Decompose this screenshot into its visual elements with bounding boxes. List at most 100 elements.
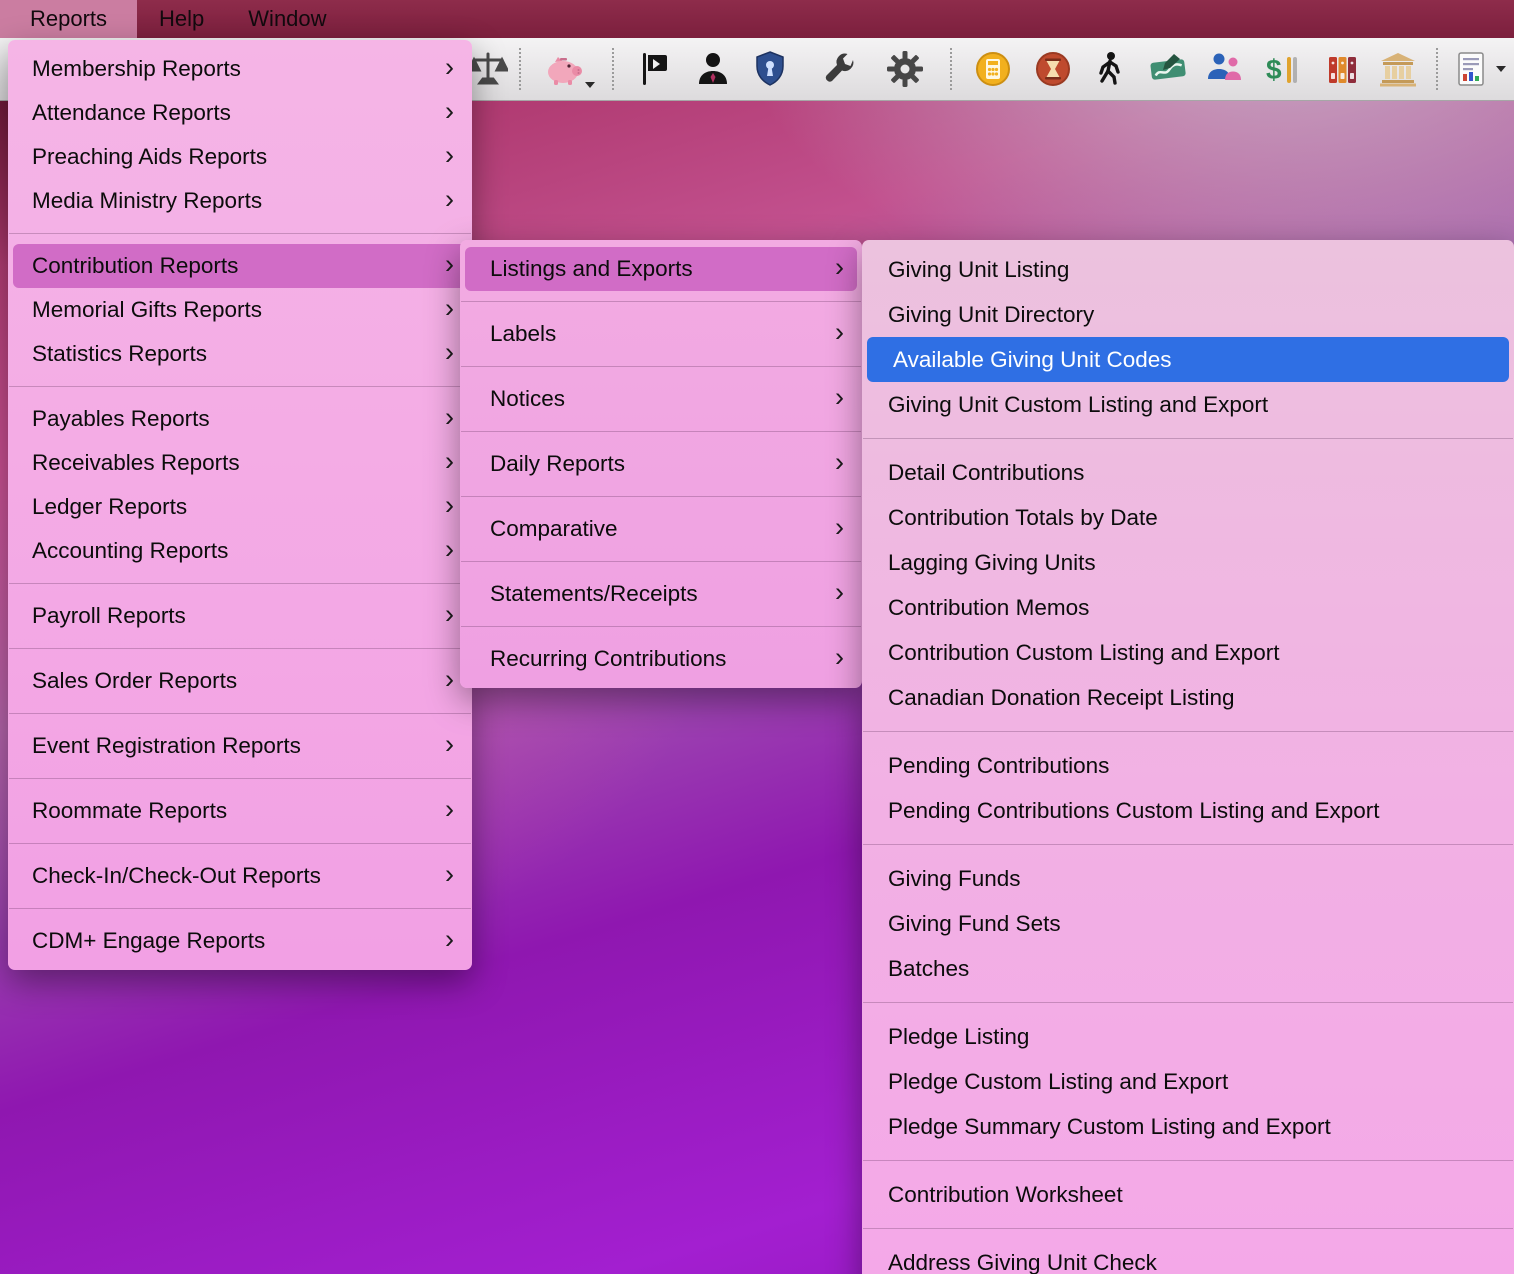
chevron-right-icon: › bbox=[445, 401, 454, 432]
menu-item-pledge-summary-custom-listing-and-export[interactable]: Pledge Summary Custom Listing and Export bbox=[862, 1104, 1514, 1149]
menu-item-daily-reports[interactable]: Daily Reports › bbox=[460, 442, 862, 486]
chevron-right-icon: › bbox=[445, 793, 454, 824]
chevron-right-icon: › bbox=[445, 248, 454, 279]
menu-item-pledge-custom-listing-and-export[interactable]: Pledge Custom Listing and Export bbox=[862, 1059, 1514, 1104]
menu-item-memorial-gifts-reports[interactable]: Memorial Gifts Reports › bbox=[8, 288, 472, 332]
menu-item-label: Pledge Listing bbox=[888, 1023, 1030, 1049]
toolbar-separator bbox=[950, 48, 952, 90]
menu-item-label: Statements/Receipts bbox=[490, 581, 698, 606]
calculator-icon[interactable] bbox=[973, 49, 1013, 89]
menu-item-pledge-listing[interactable]: Pledge Listing bbox=[862, 1014, 1514, 1059]
menu-item-contribution-custom-listing-and-export[interactable]: Contribution Custom Listing and Export bbox=[862, 630, 1514, 675]
chevron-right-icon: › bbox=[445, 183, 454, 214]
menu-item-label: Media Ministry Reports bbox=[32, 188, 263, 213]
menu-item-label: Canadian Donation Receipt Listing bbox=[888, 684, 1235, 710]
menu-item-labels[interactable]: Labels › bbox=[460, 312, 862, 356]
menu-item-check-in-check-out-reports[interactable]: Check-In/Check-Out Reports › bbox=[8, 854, 472, 898]
menu-separator bbox=[9, 713, 471, 714]
menu-item-statements-receipts[interactable]: Statements/Receipts › bbox=[460, 572, 862, 616]
wrench-icon[interactable] bbox=[820, 49, 860, 89]
menubar-item-reports[interactable]: Reports bbox=[0, 0, 138, 38]
menubar-item-help[interactable]: Help bbox=[137, 0, 226, 38]
menu-item-ledger-reports[interactable]: Ledger Reports › bbox=[8, 485, 472, 529]
menu-item-sales-order-reports[interactable]: Sales Order Reports › bbox=[8, 659, 472, 703]
menu-separator bbox=[461, 301, 861, 302]
menubar-label: Help bbox=[159, 6, 205, 31]
menu-item-statistics-reports[interactable]: Statistics Reports › bbox=[8, 332, 472, 376]
people-finance-icon[interactable] bbox=[1205, 49, 1245, 89]
menu-item-address-giving-unit-check[interactable]: Address Giving Unit Check bbox=[862, 1240, 1514, 1274]
menu-item-cdm-engage-reports[interactable]: CDM+ Engage Reports › bbox=[8, 919, 472, 963]
menu-item-label: Memorial Gifts Reports bbox=[32, 297, 263, 322]
menu-item-label: Statistics Reports bbox=[32, 341, 208, 366]
menu-item-canadian-donation-receipt-listing[interactable]: Canadian Donation Receipt Listing bbox=[862, 675, 1514, 720]
hourglass-icon[interactable] bbox=[1033, 49, 1073, 89]
menu-item-accounting-reports[interactable]: Accounting Reports › bbox=[8, 529, 472, 573]
chevron-right-icon: › bbox=[835, 316, 844, 347]
gear-icon[interactable] bbox=[885, 49, 925, 89]
menu-item-giving-fund-sets[interactable]: Giving Fund Sets bbox=[862, 901, 1514, 946]
binders-icon[interactable] bbox=[1322, 49, 1362, 89]
menu-item-listings-and-exports[interactable]: Listings and Exports › bbox=[465, 247, 857, 291]
menu-item-roommate-reports[interactable]: Roommate Reports › bbox=[8, 789, 472, 833]
piggy-bank-icon[interactable] bbox=[545, 49, 585, 89]
menu-item-contribution-reports[interactable]: Contribution Reports › bbox=[13, 244, 467, 288]
exit-flag-icon[interactable] bbox=[635, 49, 675, 89]
menubar-item-window[interactable]: Window bbox=[226, 0, 348, 38]
menu-item-notices[interactable]: Notices › bbox=[460, 377, 862, 421]
bank-icon[interactable] bbox=[1378, 49, 1418, 89]
menu-item-giving-funds[interactable]: Giving Funds bbox=[862, 856, 1514, 901]
menubar-label: Window bbox=[248, 6, 327, 31]
menu-item-contribution-memos[interactable]: Contribution Memos bbox=[862, 585, 1514, 630]
shield-icon[interactable] bbox=[750, 49, 790, 89]
menu-item-attendance-reports[interactable]: Attendance Reports › bbox=[8, 91, 472, 135]
menu-item-contribution-totals-by-date[interactable]: Contribution Totals by Date bbox=[862, 495, 1514, 540]
menu-item-label: Daily Reports bbox=[490, 451, 626, 476]
signature-icon[interactable] bbox=[1148, 49, 1188, 89]
menu-item-label: Address Giving Unit Check bbox=[888, 1249, 1157, 1274]
svg-text:$: $ bbox=[1266, 54, 1282, 85]
scales-icon[interactable] bbox=[468, 49, 508, 89]
menu-separator bbox=[9, 778, 471, 779]
chevron-right-icon: › bbox=[835, 641, 844, 672]
menu-item-payables-reports[interactable]: Payables Reports › bbox=[8, 397, 472, 441]
menu-separator bbox=[461, 431, 861, 432]
menu-bar: Reports Help Window bbox=[0, 0, 1514, 38]
menu-separator bbox=[863, 438, 1513, 439]
caret-down-icon[interactable] bbox=[1496, 66, 1506, 72]
menu-separator bbox=[461, 366, 861, 367]
menu-item-label: Giving Fund Sets bbox=[888, 910, 1061, 936]
menu-item-recurring-contributions[interactable]: Recurring Contributions › bbox=[460, 637, 862, 681]
menu-item-batches[interactable]: Batches bbox=[862, 946, 1514, 991]
dollar-report-icon[interactable]: $ bbox=[1262, 49, 1302, 89]
menu-item-giving-unit-listing[interactable]: Giving Unit Listing bbox=[862, 247, 1514, 292]
menu-item-giving-unit-custom-listing-and-export[interactable]: Giving Unit Custom Listing and Export bbox=[862, 382, 1514, 427]
menu-separator bbox=[863, 1002, 1513, 1003]
caret-down-icon[interactable] bbox=[585, 82, 595, 88]
menu-item-payroll-reports[interactable]: Payroll Reports › bbox=[8, 594, 472, 638]
menu-item-media-ministry-reports[interactable]: Media Ministry Reports › bbox=[8, 179, 472, 223]
menu-item-label: Payables Reports bbox=[32, 406, 210, 431]
menu-item-detail-contributions[interactable]: Detail Contributions bbox=[862, 450, 1514, 495]
menu-item-label: Pending Contributions Custom Listing and… bbox=[888, 797, 1380, 823]
menu-item-lagging-giving-units[interactable]: Lagging Giving Units bbox=[862, 540, 1514, 585]
menu-item-comparative[interactable]: Comparative › bbox=[460, 507, 862, 551]
menu-item-pending-contributions[interactable]: Pending Contributions bbox=[862, 743, 1514, 788]
listings-and-exports-submenu: Giving Unit Listing Giving Unit Director… bbox=[862, 240, 1514, 1274]
menu-item-label: Contribution Worksheet bbox=[888, 1181, 1123, 1207]
walking-person-icon[interactable] bbox=[1090, 49, 1130, 89]
chevron-right-icon: › bbox=[445, 923, 454, 954]
menu-item-contribution-worksheet[interactable]: Contribution Worksheet bbox=[862, 1172, 1514, 1217]
report-document-icon[interactable] bbox=[1452, 49, 1492, 89]
menu-item-label: Giving Unit Listing bbox=[888, 256, 1070, 282]
toolbar-separator bbox=[519, 48, 521, 90]
menu-item-receivables-reports[interactable]: Receivables Reports › bbox=[8, 441, 472, 485]
menu-item-giving-unit-directory[interactable]: Giving Unit Directory bbox=[862, 292, 1514, 337]
menu-item-preaching-aids-reports[interactable]: Preaching Aids Reports › bbox=[8, 135, 472, 179]
menu-item-available-giving-unit-codes[interactable]: Available Giving Unit Codes bbox=[867, 337, 1509, 382]
menu-item-label: Check-In/Check-Out Reports bbox=[32, 863, 321, 888]
menu-item-membership-reports[interactable]: Membership Reports › bbox=[8, 47, 472, 91]
menu-item-event-registration-reports[interactable]: Event Registration Reports › bbox=[8, 724, 472, 768]
person-icon[interactable] bbox=[693, 49, 733, 89]
menu-item-pending-contributions-custom-listing-and-export[interactable]: Pending Contributions Custom Listing and… bbox=[862, 788, 1514, 833]
